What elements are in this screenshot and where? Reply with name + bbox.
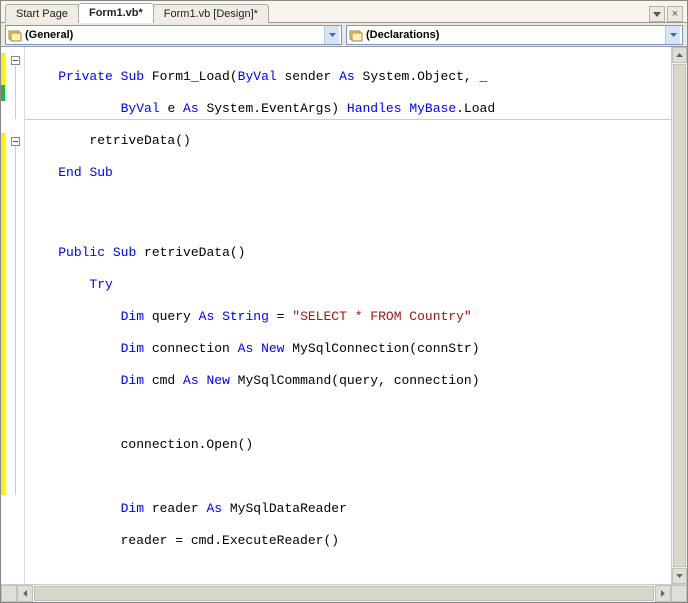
code-line <box>27 469 671 485</box>
code-line <box>27 565 671 581</box>
saved-marker <box>1 85 5 101</box>
class-selector-label: (General) <box>25 29 324 41</box>
scroll-corner <box>671 585 687 602</box>
code-editor[interactable]: Private Sub Form1_Load(ByVal sender As S… <box>25 47 671 584</box>
scroll-thumb-vertical[interactable] <box>673 64 686 567</box>
close-tab-button[interactable]: × <box>667 6 683 22</box>
tab-form1-vb[interactable]: Form1.vb* <box>78 3 154 23</box>
code-line: connection.Open() <box>27 437 671 453</box>
code-line: reader = cmd.ExecuteReader() <box>27 533 671 549</box>
chevron-down-icon[interactable] <box>665 26 680 44</box>
scroll-right-button[interactable] <box>655 585 671 602</box>
method-selector-label: (Declarations) <box>366 29 665 41</box>
change-marker <box>1 53 5 85</box>
outline-toggle[interactable] <box>11 137 20 146</box>
tab-start-page[interactable]: Start Page <box>5 4 79 23</box>
tab-form1-vb-design[interactable]: Form1.vb [Design]* <box>153 4 269 23</box>
class-selector-dropdown[interactable]: (General) <box>5 25 342 45</box>
editor-area: Private Sub Form1_Load(ByVal sender As S… <box>1 47 687 584</box>
outline-toggle[interactable] <box>11 56 20 65</box>
vertical-scrollbar[interactable] <box>671 47 687 584</box>
declarations-icon <box>349 28 363 42</box>
method-selector-dropdown[interactable]: (Declarations) <box>346 25 683 45</box>
gutter <box>1 47 25 584</box>
code-line: ByVal e As System.EventArgs) Handles MyB… <box>27 101 671 117</box>
code-line: Dim connection As New MySqlConnection(co… <box>27 341 671 357</box>
scroll-thumb-horizontal[interactable] <box>34 586 654 601</box>
code-line <box>27 213 671 229</box>
tab-list-button[interactable] <box>649 6 665 22</box>
code-line: Public Sub retriveData() <box>27 245 671 261</box>
class-icon <box>8 28 22 42</box>
tabs-bar: Start Page Form1.vb* Form1.vb [Design]* … <box>1 1 687 23</box>
code-line: retriveData() <box>27 133 671 149</box>
code-line: Private Sub Form1_Load(ByVal sender As S… <box>27 69 671 85</box>
scroll-down-button[interactable] <box>672 568 687 584</box>
code-line: Try <box>27 277 671 293</box>
code-line: Dim query As String = "SELECT * FROM Cou… <box>27 309 671 325</box>
split-box[interactable] <box>1 585 17 602</box>
chevron-down-icon[interactable] <box>324 26 339 44</box>
code-line: Dim cmd As New MySqlCommand(query, conne… <box>27 373 671 389</box>
code-line <box>27 405 671 421</box>
scroll-left-button[interactable] <box>17 585 33 602</box>
scroll-up-button[interactable] <box>672 47 687 63</box>
horizontal-track[interactable] <box>33 585 655 602</box>
code-line: Dim reader As MySqlDataReader <box>27 501 671 517</box>
horizontal-scrollbar <box>1 584 687 602</box>
dropdown-bar: (General) (Declarations) <box>1 23 687 47</box>
change-marker <box>1 133 5 495</box>
code-line: End Sub <box>27 165 671 181</box>
